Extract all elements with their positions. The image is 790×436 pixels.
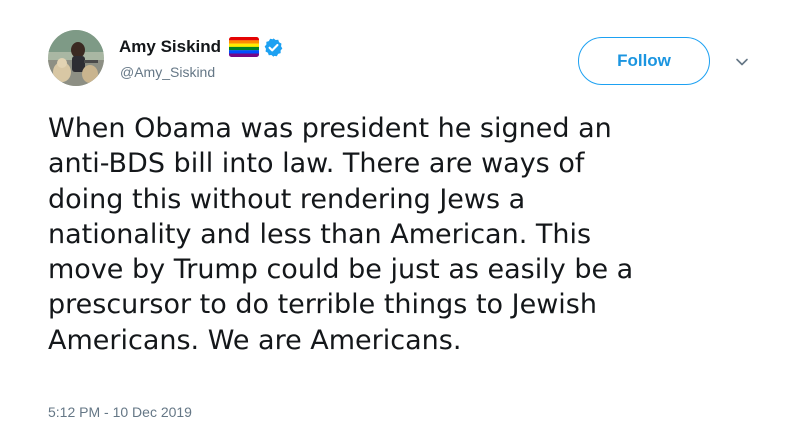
author-handle[interactable]: @Amy_Siskind <box>120 64 215 80</box>
author-avatar[interactable] <box>48 30 104 86</box>
follow-button[interactable]: Follow <box>578 37 710 85</box>
avatar-photo <box>48 30 104 86</box>
tweet-text: When Obama was president he signed an an… <box>48 113 634 356</box>
rainbow-flag-icon <box>229 37 260 57</box>
chevron-down-icon[interactable] <box>733 53 751 71</box>
tweet-timestamp[interactable]: 5:12 PM - 10 Dec 2019 <box>48 404 192 420</box>
author-display-name[interactable]: Amy Siskind <box>119 37 221 57</box>
tweet-card: Amy Siskind @Amy_Siskind Follow When Oba… <box>0 0 790 436</box>
verified-badge-icon <box>263 37 284 58</box>
author-name-row: Amy Siskind <box>119 36 284 58</box>
